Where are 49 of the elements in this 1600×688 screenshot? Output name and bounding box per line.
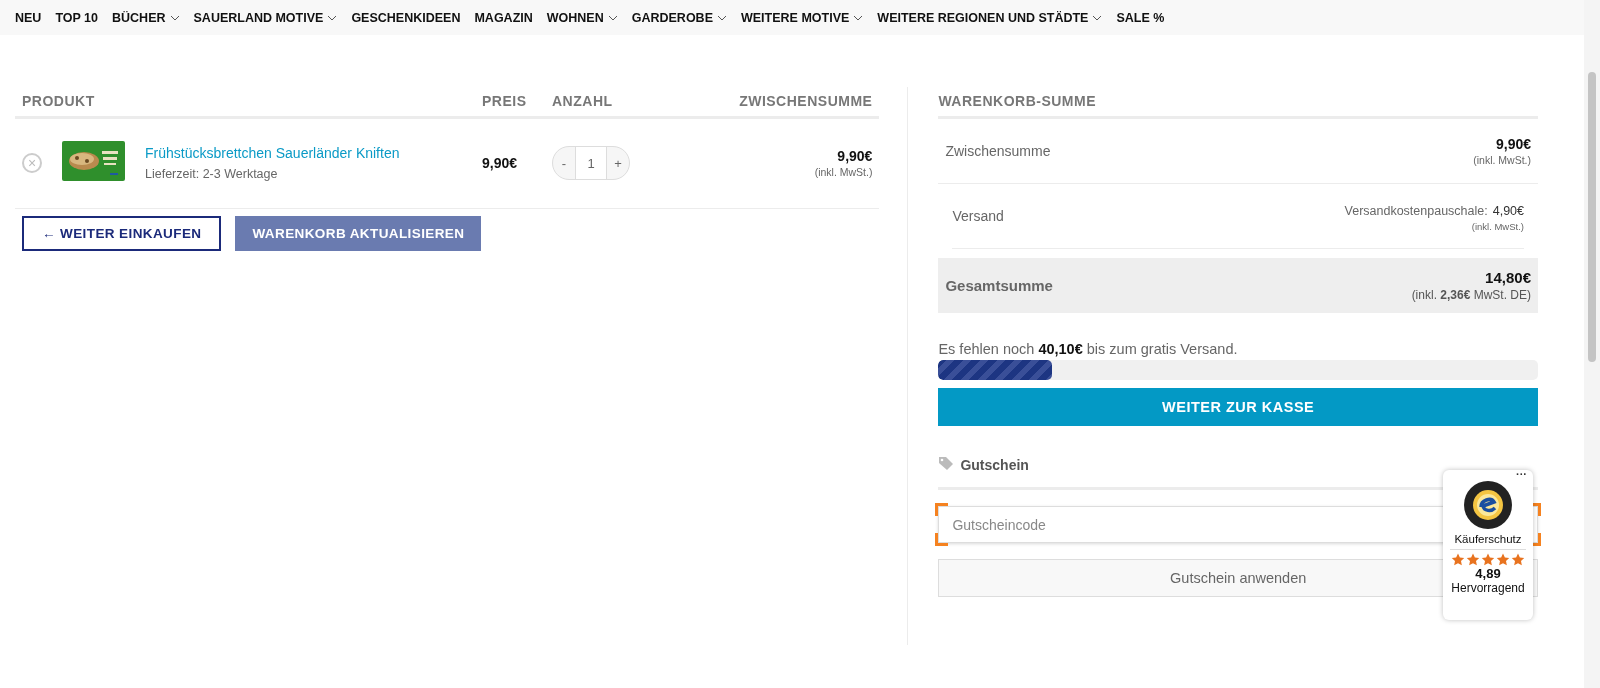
delivery-time: Lieferzeit: 2-3 Werktage — [145, 167, 279, 181]
price: 9,90€ — [475, 119, 545, 209]
nav-link[interactable]: TOP 10 — [55, 10, 99, 25]
column-header: ANZAHL — [545, 87, 695, 119]
nav-link[interactable]: SAUERLAND MOTIVE — [193, 10, 338, 25]
star-icon — [1451, 553, 1465, 566]
quantity-stepper[interactable]: - 1 + — [552, 146, 630, 180]
star-icon — [1466, 553, 1480, 566]
badge-label: Käuferschutz — [1450, 533, 1526, 550]
star-icon — [1481, 553, 1495, 566]
star-icon — [1511, 553, 1525, 566]
section-title: WARENKORB-SUMME — [938, 87, 1538, 119]
nav-link[interactable]: BÜCHER — [112, 10, 180, 25]
tax-note: (inkl. MwSt.) — [1471, 220, 1524, 232]
tax-note: (inkl. MwSt.) — [1473, 154, 1531, 166]
row-label: Zwischensumme — [945, 143, 1051, 159]
shipping-method: Versandkostenpauschale: — [1344, 203, 1488, 218]
tax-note: (inkl. MwSt.) — [814, 166, 873, 178]
more-menu-button[interactable]: ··· — [1516, 468, 1527, 480]
seal-icon — [1463, 480, 1513, 530]
increment-button[interactable]: + — [607, 147, 629, 179]
decrement-button[interactable]: - — [553, 147, 575, 179]
subtotal: 9,90€ — [837, 148, 873, 164]
tag-icon — [938, 456, 955, 470]
tax-note: (inkl. 2,36€ MwSt. DE) — [1411, 288, 1531, 302]
column-header: PREIS — [475, 87, 545, 119]
subtotal: 9,90€ — [1495, 136, 1531, 152]
update-cart-button[interactable]: WARENKORB AKTUALISIEREN — [235, 216, 482, 251]
continue-shopping-button[interactable]: ← WEITER EINKAUFEN — [22, 216, 222, 251]
star-icon — [1496, 553, 1510, 566]
rating-score: 4,89 — [1475, 566, 1501, 581]
nav-link[interactable]: WOHNEN — [546, 10, 618, 25]
column-header: ZWISCHENSUMME — [695, 87, 880, 119]
nav-link[interactable]: SALE % — [1116, 10, 1165, 25]
column-header: PRODUKT — [15, 87, 475, 119]
nav-link[interactable]: WEITERE MOTIVE — [741, 10, 864, 25]
shipping-cost: 4,90€ — [1492, 203, 1524, 218]
nav-link[interactable]: GESCHENKIDEEN — [351, 10, 461, 25]
coupon-heading: Gutschein — [960, 456, 1029, 473]
row-label: Gesamtsumme — [945, 277, 1053, 294]
quantity-input[interactable]: 1 — [575, 147, 607, 179]
rating-verdict: Hervorragend — [1451, 581, 1525, 595]
nav-link[interactable]: MAGAZIN — [474, 10, 533, 25]
row-label: Versand — [952, 208, 1004, 224]
nav-link[interactable]: WEITERE REGIONEN UND STÄDTE — [877, 10, 1103, 25]
free-shipping-message: Es fehlen noch 40,10€ bis zum gratis Versand. — [938, 341, 1239, 357]
total-amount: 14,80€ — [1485, 269, 1531, 286]
nav-link[interactable]: NEU — [15, 10, 42, 25]
nav-link[interactable]: GARDEROBE — [631, 10, 727, 25]
